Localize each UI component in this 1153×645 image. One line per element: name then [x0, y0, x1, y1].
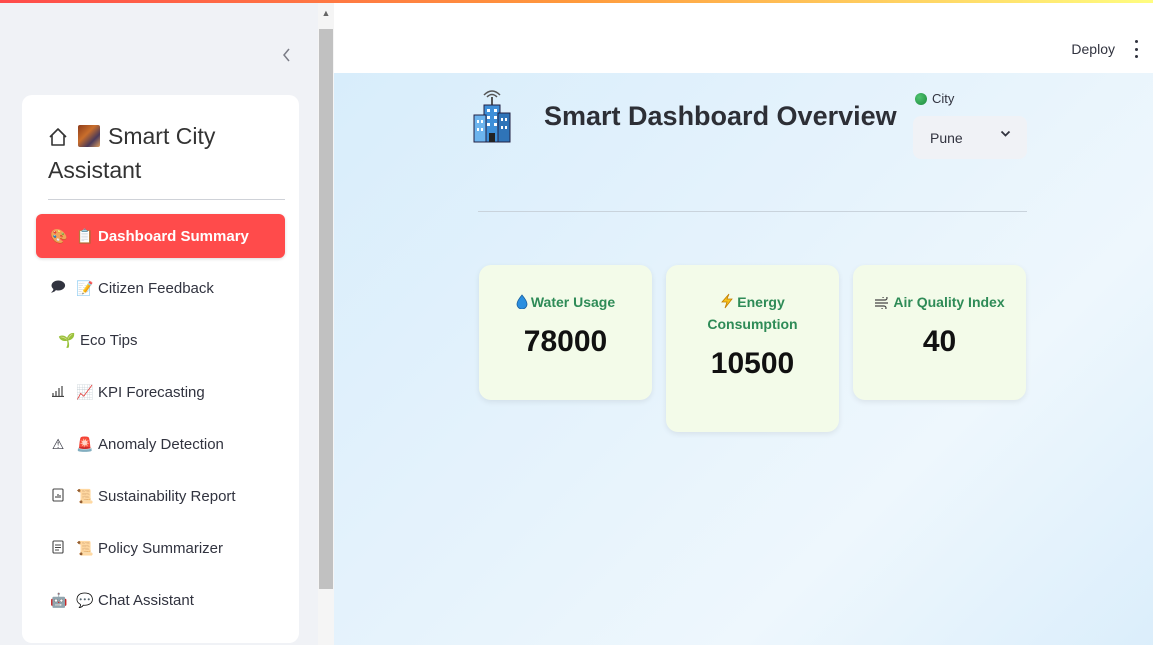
brand-title-line2: Assistant: [48, 157, 142, 183]
clipboard-icon: 📋: [76, 227, 94, 244]
robot-icon: 🤖: [50, 591, 68, 608]
nav-item-sustainability-report[interactable]: 📜 Sustainability Report: [36, 474, 285, 518]
metric-label-text: Air Quality Index: [893, 294, 1005, 310]
metric-value: 40: [922, 325, 957, 358]
main-menu-button[interactable]: [1131, 39, 1141, 59]
city-label-text: City: [932, 91, 955, 106]
scroll-icon: 📜: [76, 487, 94, 504]
collapse-sidebar-button[interactable]: [276, 43, 296, 67]
memo-icon: 📝: [76, 279, 94, 296]
city-image-icon: [78, 125, 100, 147]
app-header: Deploy: [334, 3, 1153, 73]
deploy-button[interactable]: Deploy: [1071, 41, 1115, 57]
nav-item-citizen-feedback[interactable]: 🗩 📝 Citizen Feedback: [36, 266, 285, 310]
metric-label-text: Water Usage: [530, 294, 616, 310]
nav-item-label: Dashboard Summary: [98, 227, 249, 245]
metric-value: 78000: [523, 325, 608, 358]
scroll-up-arrow-icon[interactable]: ▲: [318, 7, 334, 19]
warning-icon: ⚠: [51, 435, 65, 452]
city-select-label: City: [915, 91, 954, 106]
metric-card-water-usage: Water Usage 78000: [479, 265, 652, 400]
seedling-icon: 🌱: [58, 331, 76, 348]
lightning-icon: [721, 293, 734, 309]
city-select[interactable]: Pune: [913, 116, 1027, 159]
scroll-icon: 📜: [76, 539, 94, 556]
nav-item-chat-assistant[interactable]: 🤖 💬 Chat Assistant: [36, 578, 285, 622]
nav-item-policy-summarizer[interactable]: 📜 Policy Summarizer: [36, 526, 285, 570]
kebab-dot: [1134, 40, 1138, 43]
nav-item-label: Chat Assistant: [98, 591, 194, 609]
siren-icon: 🚨: [76, 435, 94, 452]
document-icon: [50, 539, 66, 557]
nav-item-label: Eco Tips: [80, 331, 138, 349]
smart-city-building-icon: [473, 90, 511, 143]
nav-item-label: Citizen Feedback: [98, 279, 214, 297]
nav-item-label: KPI Forecasting: [98, 383, 205, 401]
chevron-left-icon: [282, 48, 290, 62]
brand-title-line1: Smart City: [108, 123, 216, 149]
kebab-dot: [1134, 47, 1138, 51]
scrollbar-thumb[interactable]: [319, 29, 333, 589]
metric-card-energy-consumption: Energy Consumption 10500: [666, 265, 839, 432]
city-select-value: Pune: [930, 129, 963, 146]
metric-label: Water Usage: [479, 291, 652, 313]
palette-icon: 🎨: [50, 227, 68, 244]
nav-item-label: Anomaly Detection: [98, 435, 224, 453]
sidebar: Smart City Assistant 🎨 📋 Dashboard Summa…: [0, 3, 318, 645]
home-icon: [49, 128, 67, 146]
chart-increasing-icon: 📈: [76, 383, 94, 400]
nav-item-kpi-forecasting[interactable]: 📈 KPI Forecasting: [36, 370, 285, 414]
speech-bubble-icon: 💬: [76, 591, 94, 608]
metric-card-air-quality-index: Air Quality Index 40: [853, 265, 1026, 400]
nav-item-anomaly-detection[interactable]: ⚠ 🚨 Anomaly Detection: [36, 422, 285, 466]
chevron-down-icon: [1000, 130, 1011, 137]
message-square-icon: 🗩: [50, 278, 66, 294]
kebab-dot: [1134, 55, 1138, 58]
nav-item-label: Policy Summarizer: [98, 539, 224, 557]
sidebar-card: Smart City Assistant 🎨 📋 Dashboard Summa…: [22, 95, 299, 643]
nav-item-eco-tips[interactable]: 🌱 Eco Tips: [36, 318, 285, 362]
sidebar-scrollbar[interactable]: ▲: [318, 3, 334, 645]
globe-icon: [915, 92, 927, 105]
nav-item-dashboard-summary[interactable]: 🎨 📋 Dashboard Summary: [36, 214, 285, 258]
wind-icon: [875, 297, 889, 309]
report-icon: [50, 487, 66, 505]
main-content: Smart Dashboard Overview City Pune Water…: [334, 73, 1153, 645]
metric-label: Air Quality Index: [853, 291, 1026, 313]
droplet-icon: [516, 294, 528, 309]
app-brand: Smart City Assistant: [48, 119, 293, 187]
bar-chart-icon: [50, 384, 66, 400]
nav-item-label: Sustainability Report: [98, 487, 236, 505]
metric-value: 10500: [710, 347, 795, 380]
page-title: Smart Dashboard Overview: [544, 101, 897, 131]
brand-divider: [48, 199, 285, 200]
metric-label: Energy Consumption: [666, 291, 839, 335]
section-divider: [478, 211, 1027, 212]
